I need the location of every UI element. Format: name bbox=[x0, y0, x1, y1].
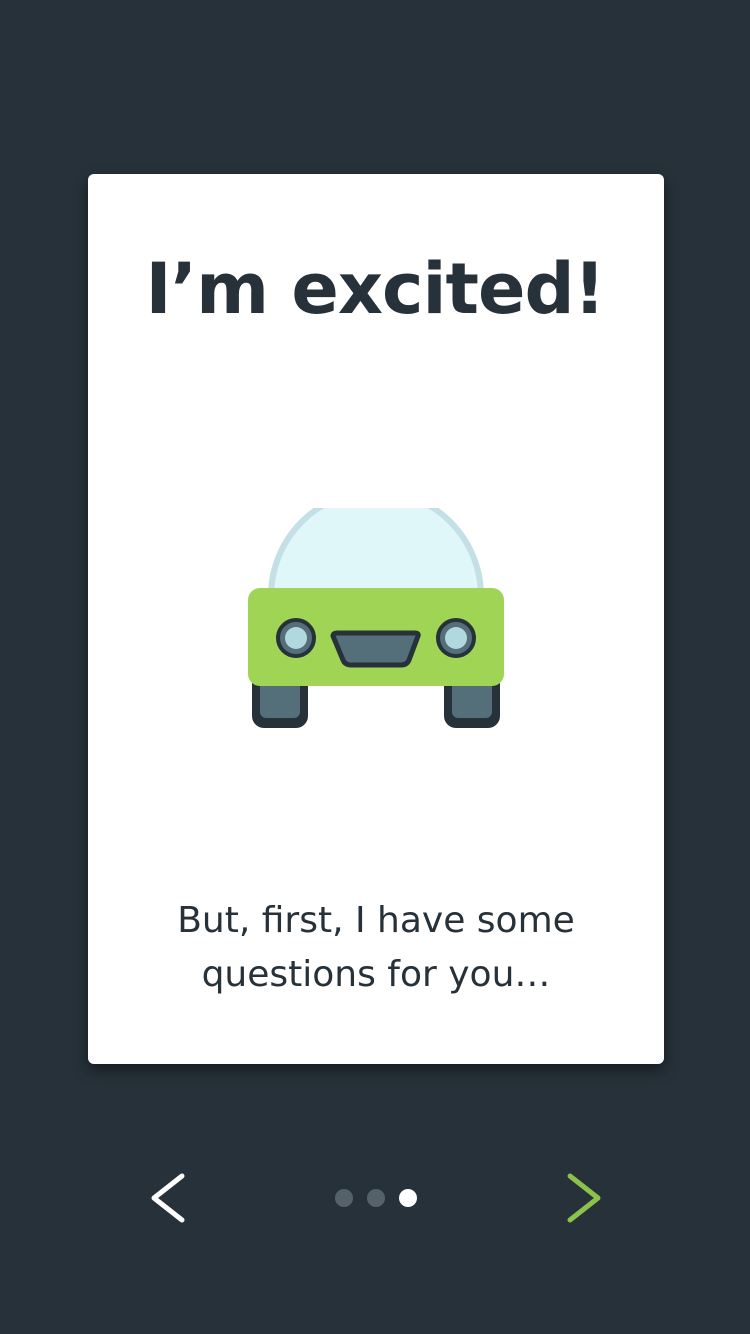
page-dot-1[interactable] bbox=[335, 1189, 353, 1207]
smiling-car-icon bbox=[248, 508, 504, 728]
card-message: But, first, I have some questions for yo… bbox=[177, 900, 575, 995]
card-title: I’m excited! bbox=[145, 248, 605, 330]
chevron-right-icon bbox=[567, 1173, 601, 1223]
page-indicator bbox=[335, 1189, 417, 1207]
next-button[interactable] bbox=[556, 1170, 612, 1226]
previous-button[interactable] bbox=[140, 1170, 196, 1226]
page-dot-2[interactable] bbox=[367, 1189, 385, 1207]
chevron-left-icon bbox=[151, 1173, 185, 1223]
page-dot-3-active[interactable] bbox=[399, 1189, 417, 1207]
